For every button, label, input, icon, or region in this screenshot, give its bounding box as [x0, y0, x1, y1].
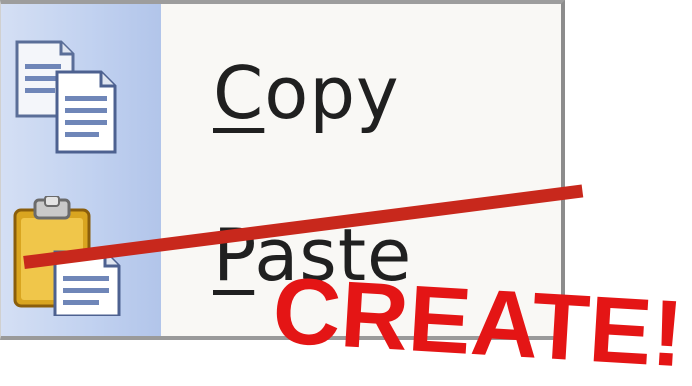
copy-label: Copy — [213, 48, 400, 138]
copy-icon — [15, 40, 117, 154]
create-stamp-text: CREATE! — [270, 257, 687, 386]
copy-accelerator: C — [213, 51, 265, 135]
copy-label-rest: opy — [264, 51, 400, 135]
paste-accelerator: P — [213, 213, 255, 297]
copy-menu-item[interactable]: Copy — [1, 22, 561, 172]
